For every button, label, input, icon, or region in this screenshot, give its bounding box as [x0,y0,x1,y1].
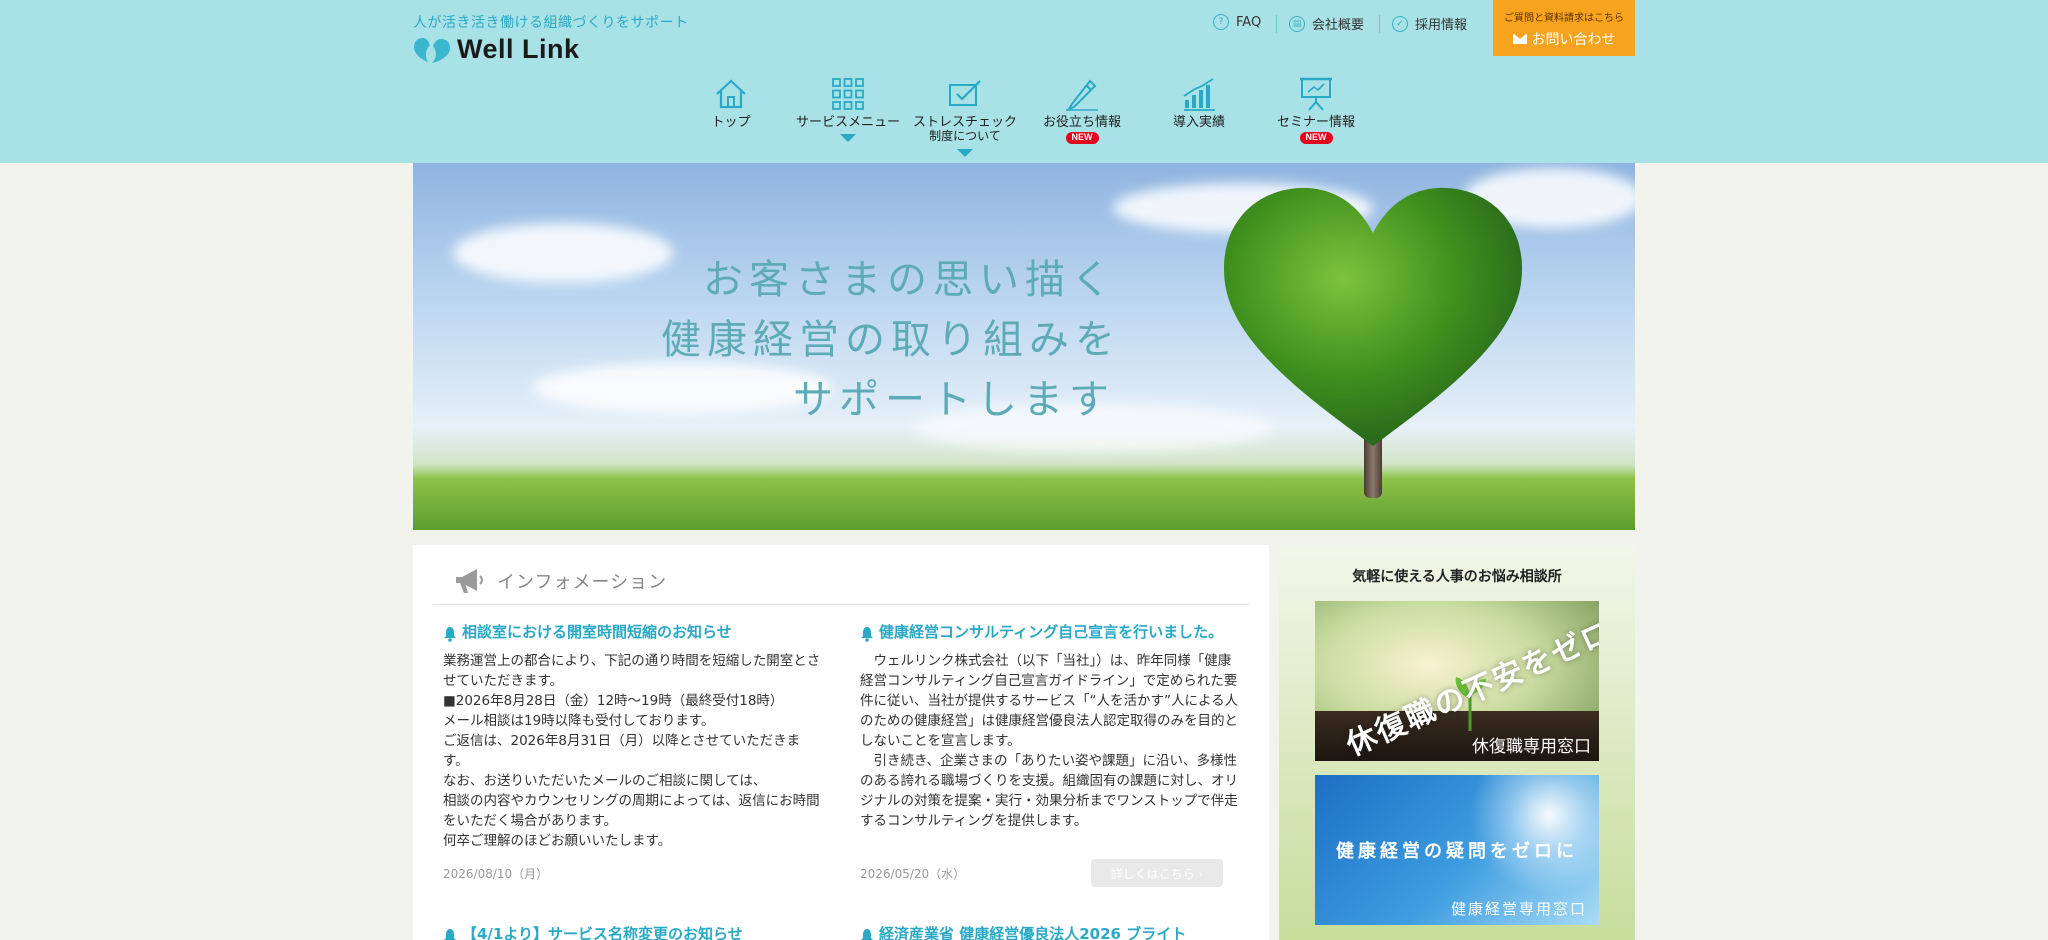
post-item: 【4/1より】サービス名称変更のお知らせ [443,925,823,940]
post-title[interactable]: 経済産業省 健康経営優良法人2026 ブライト [860,925,1240,940]
leave-support-banner[interactable]: 休復職の不安をゼロに 休復職専用窓口 [1315,601,1599,761]
info-title: インフォメーション [497,571,668,593]
nav-label: 導入実績 [1172,115,1225,130]
nav-label: セミナー情報 [1276,115,1355,130]
nav-top[interactable]: トップ [671,76,791,130]
company-label: 会社概要 [1312,18,1365,33]
divider [1276,15,1277,33]
nav-case-studies[interactable]: 導入実績 [1139,76,1259,130]
post-item: 健康経営コンサルティング自己宣言を行いました。 ウェルリンク株式会社（以下「当社… [860,623,1240,831]
megaphone-icon [456,568,483,593]
presentation-icon [1300,77,1332,111]
recruit-label: 採用情報 [1415,18,1468,33]
nav-service-menu[interactable]: サービスメニュー [788,76,908,143]
question-circle-icon: ? [1213,14,1229,30]
bell-icon [444,929,456,940]
dropdown-caret-icon [957,148,973,157]
recruit-icon: ✓ [1392,15,1408,32]
sidebar-title: 気軽に使える人事のお悩み相談所 [1352,569,1562,585]
banner-label: 健康経営専用窓口 [1450,900,1587,918]
faq-link[interactable]: ? FAQ [1213,14,1261,30]
post-item: 経済産業省 健康経営優良法人2026 ブライト [860,925,1240,940]
chart-icon [1183,78,1215,111]
contact-label: お問い合わせ [1531,32,1616,48]
post-title[interactable]: 相談室における開室時間短縮のお知らせ [443,623,823,643]
post-item: 相談室における開室時間短縮のお知らせ 業務運営上の都合により、下記の通り時間を短… [443,623,823,851]
nav-sublabel: 制度について [929,129,1001,144]
faq-label: FAQ [1236,14,1262,30]
hero-line-3: サポートします [793,377,1115,423]
site-logo[interactable]: Well Link [413,34,580,65]
bell-icon [444,627,456,642]
heart-logo-icon [414,37,450,63]
nav-stress-check[interactable]: ストレスチェック 制度について [905,76,1025,157]
hero-line-2: 健康経営の取り組みを [661,317,1121,363]
read-more-button[interactable]: 詳しくはこちら › [1091,859,1223,887]
tagline: 人が活き活き働ける組織づくりをサポート [413,15,689,31]
post-body: ウェルリンク株式会社（以下「当社」）は、昨年同様「健康経営コンサルティング自己宣… [860,652,1239,829]
contact-caption: ご質問と資料請求はこちら [1504,13,1624,24]
pen-icon [1066,79,1098,112]
nav-label: サービスメニュー [795,115,900,130]
new-badge: NEW [1065,132,1099,145]
hero-banner: お客さまの思い描く 健康経営の取り組みを サポートします [413,163,1635,530]
banner-label: 休復職専用窓口 [1472,737,1591,757]
info-heading: インフォメーション [433,557,1249,605]
cloud [533,363,833,413]
grid-icon [832,78,864,110]
recruit-link[interactable]: ✓ 採用情報 [1392,14,1467,33]
banner-headline: 健康経営の疑問をゼロに [1336,841,1578,862]
nav-label: トップ [711,115,751,130]
hero-line-1: お客さまの思い描く [703,257,1117,303]
post-title[interactable]: 健康経営コンサルティング自己宣言を行いました。 [860,623,1240,643]
nav-useful-info[interactable]: お役立ち情報 NEW [1022,76,1142,145]
post-title[interactable]: 【4/1より】サービス名称変更のお知らせ [443,925,823,940]
company-link[interactable]: ▤ 会社概要 [1289,14,1364,33]
site-header: 人が活き活き働ける組織づくりをサポート Well Link ? FAQ ▤ 会社… [0,0,2048,163]
home-icon [716,79,746,109]
nav-label: お役立ち情報 [1042,115,1121,130]
contact-button[interactable]: ご質問と資料請求はこちら お問い合わせ [1493,0,1635,56]
heart-tree-image [1223,187,1523,447]
post-date: 2026/08/10（月） [443,867,549,881]
post-date: 2026/05/20（水） [860,867,966,881]
health-management-banner[interactable]: 健康経営の疑問をゼロに 健康経営専用窓口 [1315,775,1599,925]
cloud [453,223,673,283]
nav-seminar[interactable]: セミナー情報 NEW [1256,76,1376,145]
nav-label: ストレスチェック [912,115,1017,130]
checklist-icon [949,80,981,106]
envelope-icon [1512,34,1527,44]
post-body: 業務運営上の都合により、下記の通り時間を短縮した開室とさせていただきます。 ■2… [443,652,821,849]
information-section: インフォメーション 相談室における開室時間短縮のお知らせ 業務運営上の都合により… [413,545,1269,940]
bell-icon [861,929,873,940]
new-badge: NEW [1299,132,1333,145]
logo-text: Well Link [457,34,580,64]
dropdown-caret-icon [840,134,856,143]
building-icon: ▤ [1289,15,1305,32]
sunlight [1469,775,1599,895]
consultation-sidebar: 気軽に使える人事のお悩み相談所 休復職の不安をゼロに 休復職専用窓口 健康経営の… [1279,545,1635,940]
divider [1379,15,1380,33]
bell-icon [861,627,873,642]
